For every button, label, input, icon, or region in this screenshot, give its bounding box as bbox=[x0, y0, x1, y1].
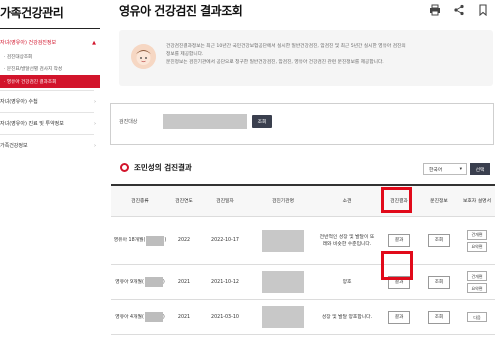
redacted-block bbox=[144, 277, 163, 287]
highlight-box-result-header bbox=[381, 187, 412, 213]
sidebar-item-label: 가족건강정보 bbox=[0, 143, 28, 149]
sidebar: 가족건강관리 자녀(영유아) 건강검진정보 ▲ · 검진대상조회 · 문진표/발… bbox=[0, 0, 100, 350]
redacted-block bbox=[144, 312, 163, 322]
print-icon[interactable] bbox=[428, 3, 442, 17]
survey-cell: 조회 bbox=[419, 300, 459, 334]
table-header: 소견 bbox=[342, 198, 352, 204]
sidebar-item-label: 자녀(영유아) 건강검진정보 bbox=[0, 40, 57, 46]
sidebar-item-child-handbook[interactable]: 자녀(영유아) 수첩 › bbox=[0, 95, 100, 110]
chevron-right-icon: › bbox=[94, 143, 96, 149]
target-select-input[interactable] bbox=[163, 114, 247, 129]
redacted-block bbox=[262, 229, 304, 252]
checkup-institution bbox=[251, 217, 315, 264]
checkup-institution bbox=[251, 265, 315, 299]
info-line: 건강검진결과정보는 최근 10년간 국민건강보험공단에서 실시한 일반건강검진,… bbox=[166, 44, 406, 49]
survey-button[interactable]: 조회 bbox=[428, 310, 450, 324]
guide-full-button[interactable]: 건개편 bbox=[467, 271, 487, 281]
checkup-type: 영유아 18개월() bbox=[111, 217, 169, 264]
mascot-avatar-icon bbox=[131, 44, 156, 69]
sidebar-item-family-health[interactable]: 가족건강정보 › bbox=[0, 139, 100, 154]
sidebar-item-treatment[interactable]: 자녀(영유아) 진료 및 투약정보 › bbox=[0, 117, 100, 132]
sidebar-subitem-result-lookup[interactable]: · 영유아 건강검진 결과조회 bbox=[0, 75, 100, 88]
table-header-row: 검진종류 검진연도 검진일자 검진기관명 소견 검진결과 문진정보 보호자 설명… bbox=[111, 186, 495, 217]
survey-cell: 조회 bbox=[419, 217, 459, 264]
survey-button[interactable]: 조회 bbox=[428, 234, 450, 247]
table-header: 검진기관명 bbox=[271, 198, 295, 204]
checkup-date: 2021-10-12 bbox=[211, 279, 239, 285]
checkup-year: 2022 bbox=[177, 238, 191, 243]
guide-cell: 다음 bbox=[459, 300, 495, 334]
menu-divider bbox=[0, 112, 94, 113]
sidebar-item-checkup-info[interactable]: 자녀(영유아) 건강검진정보 ▲ bbox=[0, 36, 100, 51]
checkup-date: 2021-03-10 bbox=[211, 314, 239, 320]
language-select[interactable]: 한국어 ▾ bbox=[423, 163, 467, 175]
checkup-year: 2021 bbox=[177, 314, 191, 320]
sidebar-subitem-questionnaire[interactable]: · 문진표/발달선별 검사지 작성 bbox=[0, 63, 100, 75]
page-title: 영유아 건강검진 결과조회 bbox=[119, 4, 243, 18]
redacted-block bbox=[146, 235, 165, 246]
sidebar-item-label: 자녀(영유아) 수첩 bbox=[0, 99, 38, 105]
guide-summary-button[interactable]: 요약편 bbox=[467, 241, 487, 252]
result-button[interactable]: 결과 bbox=[388, 310, 410, 324]
checkup-type: 영유아 9개월() bbox=[111, 265, 169, 299]
checkup-opinion: 성장 및 발달 양호합니다. bbox=[321, 314, 373, 320]
redacted-block bbox=[262, 306, 304, 328]
survey-button[interactable]: 조회 bbox=[428, 275, 450, 289]
sidebar-item-label: 자녀(영유아) 진료 및 투약정보 bbox=[0, 121, 64, 127]
info-line: 정보를 제공합니다. bbox=[166, 52, 204, 57]
table-header: 문진정보 bbox=[430, 198, 448, 204]
checkup-date: 2022-10-17 bbox=[211, 238, 239, 243]
checkup-opinion: 양호 bbox=[342, 279, 352, 285]
redacted-block bbox=[262, 271, 304, 293]
guide-cell: 건개편 요약편 bbox=[459, 217, 495, 264]
results-table: 검진종류 검진연도 검진일자 검진기관명 소견 검진결과 문진정보 보호자 설명… bbox=[111, 184, 495, 335]
result-button[interactable]: 결과 bbox=[388, 234, 410, 247]
language-select-button[interactable]: 선택 bbox=[470, 163, 490, 175]
table-header: 검진일자 bbox=[216, 198, 234, 204]
info-text: 건강검진결과정보는 최근 10년간 국민건강보험공단에서 실시한 일반건강검진,… bbox=[166, 43, 486, 67]
guide-summary-button[interactable]: 요약편 bbox=[467, 283, 487, 293]
table-row: 영유아 9개월() 2021 2021-10-12 양호 결과 조회 건개편 요… bbox=[111, 265, 495, 300]
guide-next-button[interactable]: 다음 bbox=[467, 312, 487, 322]
chevron-right-icon: › bbox=[94, 99, 96, 105]
section-title-text: 조민성의 검진결과 bbox=[134, 163, 192, 172]
sidebar-subitem-target-lookup[interactable]: · 검진대상조회 bbox=[0, 51, 100, 63]
chevron-down-icon: ▾ bbox=[459, 166, 462, 172]
table-header: 보호자 설명서 bbox=[462, 198, 491, 204]
result-cell: 결과 bbox=[379, 300, 419, 334]
share-icon[interactable] bbox=[452, 3, 466, 17]
menu-divider bbox=[0, 90, 94, 91]
checkup-type: 영유아 4개월() bbox=[111, 300, 169, 334]
checkup-year: 2021 bbox=[177, 279, 191, 285]
survey-cell: 조회 bbox=[419, 265, 459, 299]
sidebar-menu: 자녀(영유아) 건강검진정보 ▲ · 검진대상조회 · 문진표/발달선별 검사지… bbox=[0, 36, 100, 154]
sidebar-title: 가족건강관리 bbox=[0, 6, 64, 20]
language-select-value: 한국어 bbox=[429, 167, 443, 173]
search-panel: 검진대상 조회 bbox=[110, 103, 494, 145]
table-header: 검진연도 bbox=[175, 198, 193, 204]
table-header: 검진종류 bbox=[131, 198, 149, 204]
chevron-up-icon: ▲ bbox=[92, 40, 96, 46]
checkup-opinion: 전반적인 성장 및 발달이 또래와 비슷한 수준입니다. bbox=[319, 234, 375, 247]
highlight-box-result-button bbox=[381, 251, 413, 280]
guide-cell: 건개편 요약편 bbox=[459, 265, 495, 299]
bookmark-icon[interactable] bbox=[476, 3, 490, 17]
header-actions bbox=[428, 3, 490, 17]
guide-full-button[interactable]: 건개편 bbox=[467, 229, 487, 240]
search-label: 검진대상 bbox=[119, 119, 138, 125]
info-line: 문진정보는 검진기관에서 공단으로 청구한 일반건강검진, 암검진, 영유아 건… bbox=[166, 60, 384, 65]
section-bullet-icon bbox=[120, 163, 129, 172]
search-button[interactable]: 조회 bbox=[252, 115, 272, 128]
sidebar-divider bbox=[0, 28, 100, 29]
table-row: 영유아 18개월() 2022 2022-10-17 전반적인 성장 및 발달이… bbox=[111, 217, 495, 265]
chevron-right-icon: › bbox=[94, 121, 96, 127]
table-row: 영유아 4개월() 2021 2021-03-10 성장 및 발달 양호합니다.… bbox=[111, 300, 495, 335]
checkup-institution bbox=[251, 300, 315, 334]
section-title: 조민성의 검진결과 bbox=[120, 162, 192, 173]
info-box: 건강검진결과정보는 최근 10년간 국민건강보험공단에서 실시한 일반건강검진,… bbox=[119, 30, 493, 86]
menu-divider bbox=[0, 134, 94, 135]
